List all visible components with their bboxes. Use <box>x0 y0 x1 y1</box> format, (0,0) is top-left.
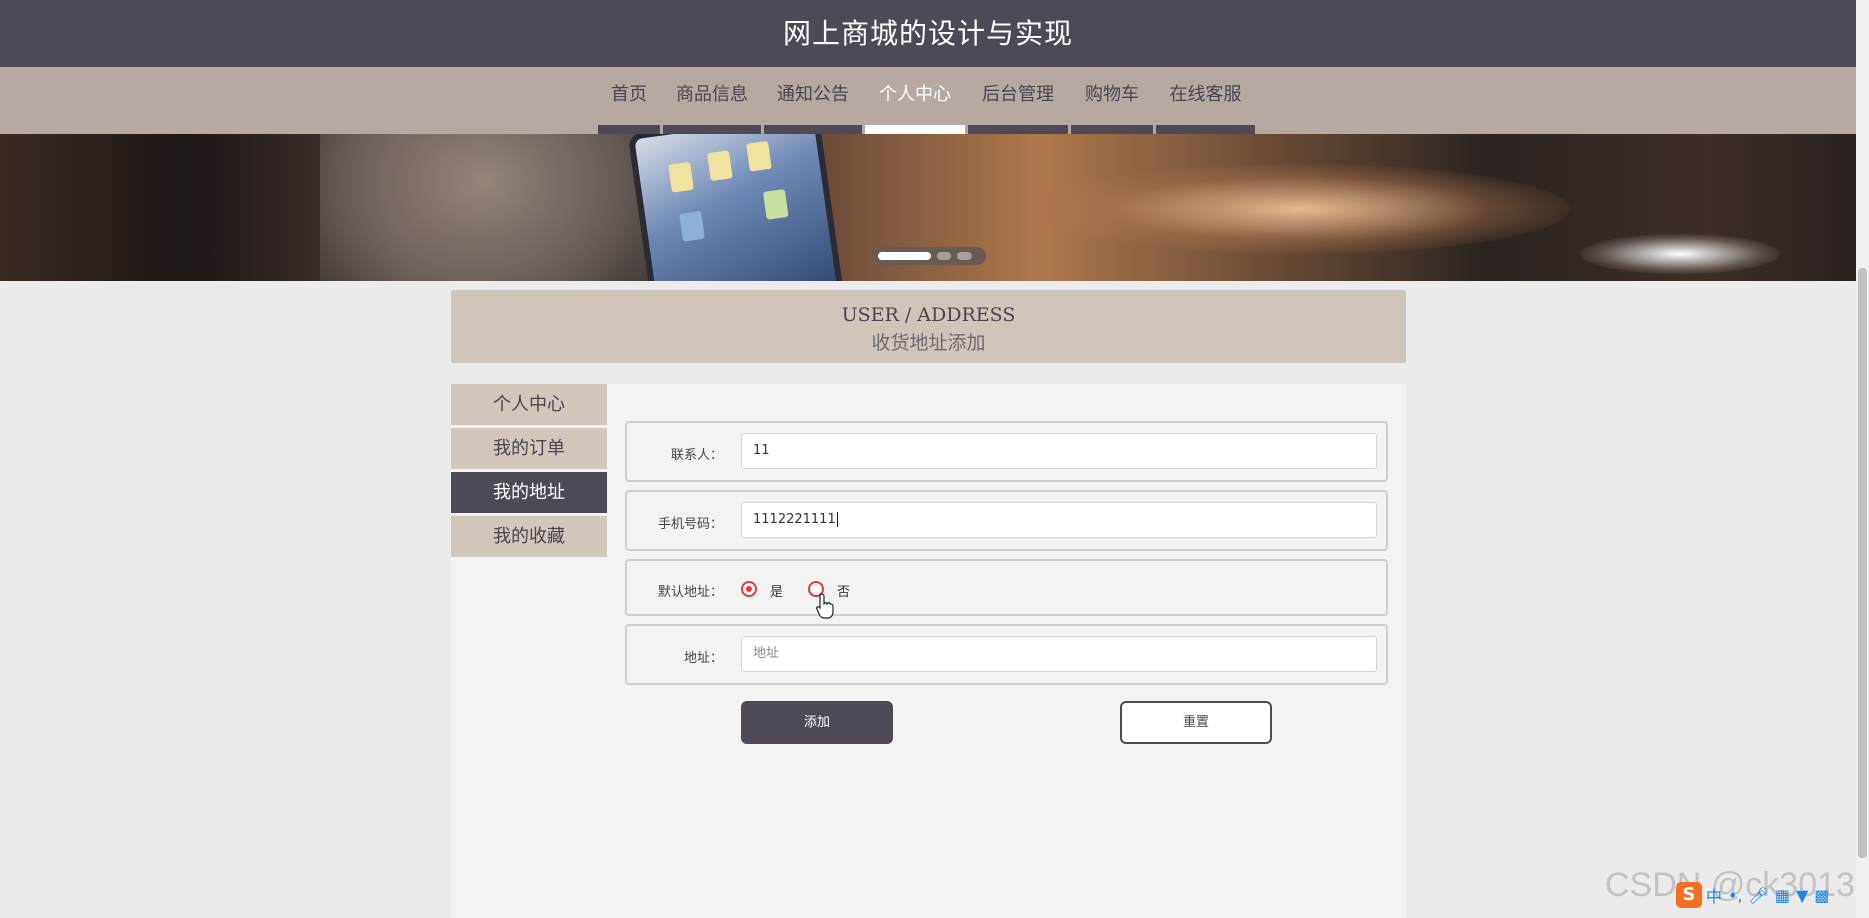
phone-label: 手机号码： <box>657 517 723 532</box>
carousel-dot-2[interactable] <box>936 252 952 260</box>
default-address-label: 默认地址： <box>657 585 723 600</box>
ime-logo-icon[interactable]: S <box>1676 882 1702 908</box>
nav-item-home[interactable]: 首页 <box>598 67 660 134</box>
form-row-default-address: 默认地址： 是 否 <box>625 559 1388 616</box>
contact-input[interactable]: 11 <box>741 433 1377 469</box>
side-item-my-address[interactable]: 我的地址 <box>451 472 607 513</box>
ime-toolbar: S 中 •, 🎤︎ ▦ ▼ ▩ <box>1676 882 1835 908</box>
site-header: 网上商城的设计与实现 <box>0 0 1856 67</box>
nav-item-notices[interactable]: 通知公告 <box>764 67 862 134</box>
banner-phone-image <box>627 134 845 281</box>
address-form: 联系人： 11 手机号码： 1112221111 默认地址： 是 否 地址： 地… <box>625 421 1388 693</box>
carousel-dot-3[interactable] <box>957 252 972 260</box>
nav-item-cart[interactable]: 购物车 <box>1071 67 1153 134</box>
form-row-contact: 联系人： 11 <box>625 421 1388 482</box>
nav-item-products[interactable]: 商品信息 <box>663 67 761 134</box>
add-button[interactable]: 添加 <box>741 701 893 744</box>
side-menu: 个人中心 我的订单 我的地址 我的收藏 <box>451 384 607 560</box>
contact-label: 联系人： <box>670 448 723 463</box>
punctuation-icon[interactable]: •, <box>1728 886 1743 905</box>
default-yes-label[interactable]: 是 <box>770 581 783 600</box>
text-caret <box>836 512 838 527</box>
page-title-box: USER / ADDRESS 收货地址添加 <box>451 290 1406 363</box>
carousel-dot-1[interactable] <box>878 252 931 260</box>
address-input[interactable]: 地址 <box>741 636 1377 672</box>
page-title-chinese: 收货地址添加 <box>871 332 986 354</box>
keyboard-icon[interactable]: ▦ <box>1775 886 1790 905</box>
skin-icon[interactable]: ▼ <box>1796 886 1808 905</box>
hand-cursor-icon <box>816 593 834 619</box>
default-yes-radio[interactable] <box>741 581 757 597</box>
form-row-phone: 手机号码： 1112221111 <box>625 490 1388 551</box>
banner-light-glow <box>1030 164 1570 254</box>
nav-item-customer-service[interactable]: 在线客服 <box>1156 67 1255 134</box>
scrollbar-thumb[interactable] <box>1858 268 1867 858</box>
side-item-my-favorites[interactable]: 我的收藏 <box>451 516 607 557</box>
phone-value: 1112221111 <box>753 512 836 527</box>
main-nav: 首页 商品信息 通知公告 个人中心 后台管理 购物车 在线客服 <box>598 67 1258 134</box>
toolbox-icon[interactable]: ▩ <box>1814 886 1829 905</box>
nav-item-admin[interactable]: 后台管理 <box>968 67 1068 134</box>
address-label: 地址： <box>683 651 723 666</box>
microphone-icon[interactable]: 🎤︎ <box>1749 886 1769 905</box>
site-title: 网上商城的设计与实现 <box>782 17 1073 50</box>
carousel-indicators <box>870 247 986 265</box>
phone-input[interactable]: 1112221111 <box>741 502 1377 538</box>
nav-item-personal-center[interactable]: 个人中心 <box>865 67 965 134</box>
page-scrollbar[interactable] <box>1856 0 1869 918</box>
banner-cup-image <box>320 134 650 281</box>
ime-language-indicator[interactable]: 中 <box>1706 883 1722 907</box>
main-nav-bar: 首页 商品信息 通知公告 个人中心 后台管理 购物车 在线客服 <box>0 67 1856 134</box>
side-item-personal-center[interactable]: 个人中心 <box>451 384 607 425</box>
form-row-address: 地址： 地址 <box>625 624 1388 685</box>
reset-button[interactable]: 重置 <box>1120 701 1272 744</box>
side-item-my-orders[interactable]: 我的订单 <box>451 428 607 469</box>
page-title-english: USER / ADDRESS <box>841 304 1016 326</box>
default-no-label[interactable]: 否 <box>837 581 850 600</box>
banner-light-flare <box>1580 234 1780 274</box>
